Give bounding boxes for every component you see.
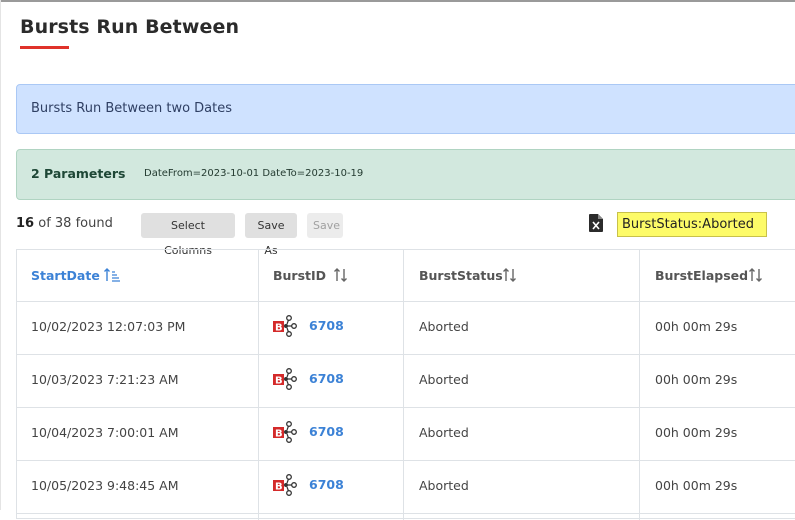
parameters-title: 2 Parameters (31, 166, 126, 181)
burst-status-cell: Aborted (419, 478, 469, 493)
sort-unsorted-icon[interactable] (747, 266, 765, 284)
svg-text:B: B (275, 482, 283, 493)
table-row: 10/05/2023 9:48:45 AM B 6708 Aborted 00h… (17, 460, 795, 514)
sort-ascending-icon[interactable] (103, 266, 121, 284)
start-date-cell: 10/05/2023 9:48:45 AM (31, 478, 179, 493)
page-title: Bursts Run Between (20, 16, 240, 38)
svg-text:B: B (275, 429, 283, 440)
parameters-alert: 2 Parameters DateFrom=2023-10-01 DateTo=… (16, 149, 795, 200)
info-text: Bursts Run Between two Dates (31, 101, 233, 116)
parameters-values: DateFrom=2023-10-01 DateTo=2023-10-19 (144, 168, 364, 179)
burst-elapsed-cell: 00h 00m 29s (655, 478, 738, 493)
save-button[interactable]: Save (307, 213, 343, 238)
select-columns-button[interactable]: Select Columns (141, 213, 235, 257)
burst-report-icon[interactable]: B (273, 474, 297, 496)
table-header-row: StartDate BurstID BurstStatus BurstElaps… (17, 250, 795, 302)
window-top-border (0, 0, 795, 2)
burst-status-cell: Aborted (419, 319, 469, 334)
results-table: StartDate BurstID BurstStatus BurstElaps… (16, 249, 795, 520)
start-date-cell: 10/04/2023 7:00:01 AM (31, 425, 179, 440)
column-header-burststatus[interactable]: BurstStatus (419, 268, 503, 283)
burst-report-icon[interactable]: B (273, 421, 297, 443)
table-row: 10/02/2023 12:07:03 PM B 6708 Aborted 00… (17, 301, 795, 355)
burst-status-cell: Aborted (419, 425, 469, 440)
sort-unsorted-icon[interactable] (501, 266, 519, 284)
save-as-button[interactable]: Save As (245, 213, 297, 257)
burst-elapsed-cell: 00h 00m 29s (655, 372, 738, 387)
info-alert: Bursts Run Between two Dates (16, 84, 795, 134)
start-date-cell: 10/02/2023 12:07:03 PM (31, 319, 186, 334)
burst-id-link[interactable]: 6708 (309, 477, 344, 492)
burst-elapsed-cell: 00h 00m 29s (655, 319, 738, 334)
column-header-burstid[interactable]: BurstID (273, 268, 326, 283)
burst-status-cell: Aborted (419, 372, 469, 387)
burst-id-link[interactable]: 6708 (309, 318, 344, 333)
burst-id-link[interactable]: 6708 (309, 424, 344, 439)
window-left-border (0, 0, 1, 510)
result-count-number: 16 (16, 216, 35, 231)
burst-id-link[interactable]: 6708 (309, 371, 344, 386)
svg-text:B: B (275, 323, 283, 334)
sort-unsorted-icon[interactable] (332, 266, 350, 284)
burst-report-icon[interactable]: B (273, 368, 297, 390)
table-row: 10/03/2023 7:21:23 AM B 6708 Aborted 00h… (17, 354, 795, 408)
result-count-text: of 38 found (38, 216, 113, 231)
start-date-cell: 10/03/2023 7:21:23 AM (31, 372, 179, 387)
column-header-burstelapsed[interactable]: BurstElapsed (655, 268, 748, 283)
column-header-startdate[interactable]: StartDate (31, 268, 100, 283)
svg-text:B: B (275, 376, 283, 387)
title-underline (20, 46, 69, 49)
burst-report-icon[interactable]: B (273, 315, 297, 337)
burst-elapsed-cell: 00h 00m 29s (655, 425, 738, 440)
result-count: 16 of 38 found (16, 216, 113, 231)
table-row: 10/04/2023 7:00:01 AM B 6708 Aborted 00h… (17, 407, 795, 461)
status-filter-input[interactable]: BurstStatus:Aborted (617, 212, 767, 237)
excel-export-icon[interactable] (589, 214, 603, 232)
